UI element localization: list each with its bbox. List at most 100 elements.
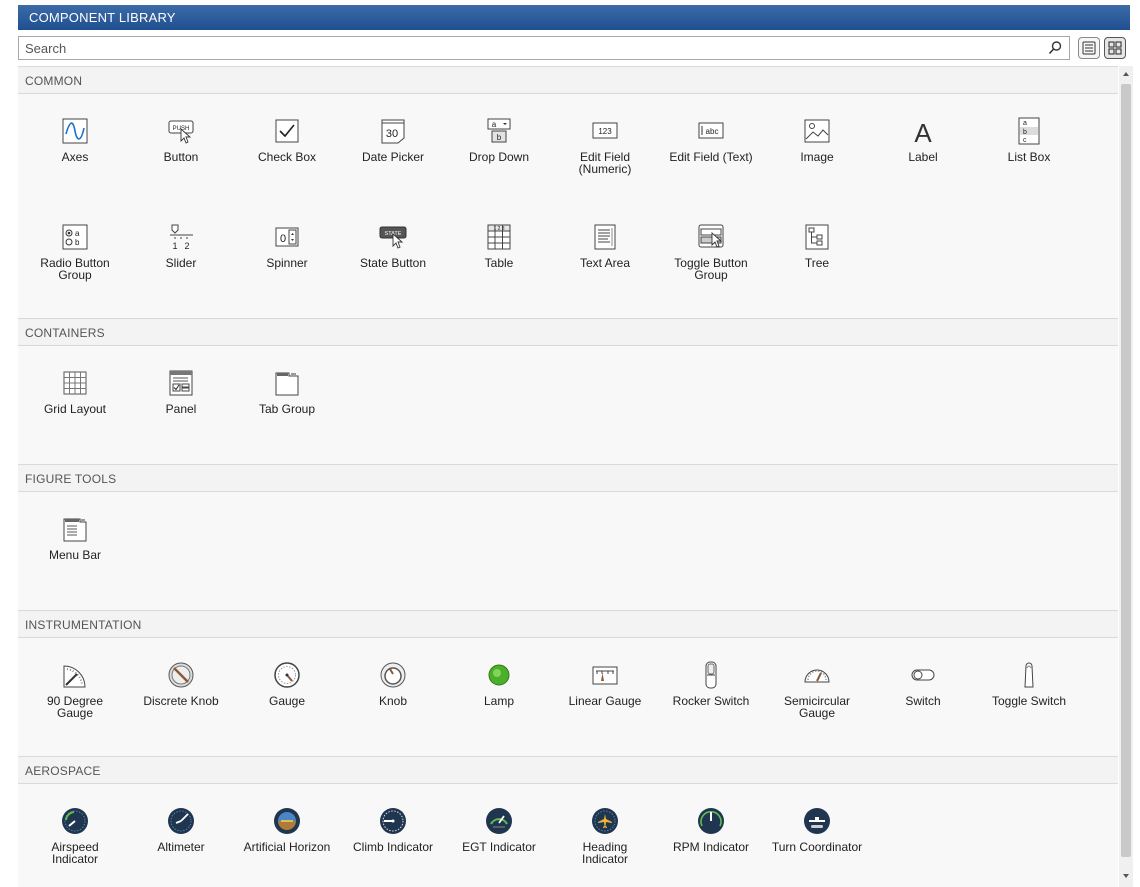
component-label: State Button xyxy=(359,256,427,270)
section-body-instrumentation: 90 Degree Gauge Discrete Knob Gauge Knob… xyxy=(18,638,1118,756)
component-label: Toggle Button Group xyxy=(658,257,764,281)
state-button-icon: STATE xyxy=(379,226,407,249)
discrete-knob-icon xyxy=(168,662,194,688)
label-line-2: Group xyxy=(58,268,92,282)
component-image[interactable]: Image xyxy=(764,116,870,163)
component-label: Tab Group xyxy=(258,402,316,416)
component-airspeed-indicator[interactable]: Airspeed Indicator xyxy=(22,806,128,865)
component-menu-bar[interactable]: Menu Bar xyxy=(22,514,128,561)
date-picker-icon: 30 xyxy=(381,119,405,144)
axes-icon xyxy=(62,118,88,144)
component-label: Knob xyxy=(378,694,408,708)
component-toggle-button-group[interactable]: Toggle Button Group xyxy=(658,222,764,281)
component-heading-indicator[interactable]: Heading Indicator xyxy=(552,806,658,865)
altimeter-icon xyxy=(168,808,194,834)
search-box[interactable] xyxy=(18,36,1070,60)
rpm-indicator-icon xyxy=(698,808,724,834)
component-grid-layout[interactable]: Grid Layout xyxy=(22,368,128,415)
component-label: Panel xyxy=(165,402,197,416)
component-table[interactable]: 1 2 3 Table xyxy=(446,222,552,269)
icon-text: c xyxy=(1023,137,1027,144)
scroll-down-arrow-icon[interactable] xyxy=(1122,872,1130,880)
component-artificial-horizon[interactable]: Artificial Horizon xyxy=(234,806,340,853)
component-label: Switch xyxy=(905,694,941,708)
component-text-area[interactable]: Text Area xyxy=(552,222,658,269)
component-radio-button-group[interactable]: a b Radio Button Group xyxy=(22,222,128,281)
component-90-degree-gauge[interactable]: 90 Degree Gauge xyxy=(22,660,128,719)
component-edit-field-text[interactable]: abc Edit Field (Text) xyxy=(658,116,764,163)
component-tab-group[interactable]: Tab Group xyxy=(234,368,340,415)
turn-coordinator-icon xyxy=(804,808,830,834)
list-view-button[interactable] xyxy=(1078,37,1100,59)
component-label: Artificial Horizon xyxy=(243,840,331,854)
component-switch[interactable]: Switch xyxy=(870,660,976,707)
component-axes[interactable]: Axes xyxy=(22,116,128,163)
grid-view-button[interactable] xyxy=(1104,37,1126,59)
component-semicircular-gauge[interactable]: Semicircular Gauge xyxy=(764,660,870,719)
vertical-scrollbar[interactable] xyxy=(1119,66,1133,887)
section-figure-tools: FIGURE TOOLS Menu Bar xyxy=(18,464,1118,610)
component-discrete-knob[interactable]: Discrete Knob xyxy=(128,660,234,707)
component-egt-indicator[interactable]: EGT Indicator xyxy=(446,806,552,853)
component-label: Drop Down xyxy=(468,150,530,164)
search-input[interactable] xyxy=(23,39,1033,57)
component-label: Gauge xyxy=(268,694,306,708)
component-gauge[interactable]: Gauge xyxy=(234,660,340,707)
icon-text: a xyxy=(492,120,497,129)
component-date-picker[interactable]: 30 Date Picker xyxy=(340,116,446,163)
label-line-2: Gauge xyxy=(798,706,836,720)
icon-text: a xyxy=(1023,120,1027,127)
component-label: Rocker Switch xyxy=(672,694,750,708)
component-panel[interactable]: Panel xyxy=(128,368,234,415)
section-instrumentation: INSTRUMENTATION 90 Degree Gauge Discrete… xyxy=(18,610,1118,756)
icon-text: a xyxy=(75,229,80,238)
component-rpm-indicator[interactable]: RPM Indicator xyxy=(658,806,764,853)
component-drop-down[interactable]: a b Drop Down xyxy=(446,116,552,163)
section-aerospace: AEROSPACE Airspeed Indicator Altimeter A… xyxy=(18,756,1118,887)
component-label: Turn Coordinator xyxy=(771,840,863,854)
component-label: Altimeter xyxy=(157,840,205,854)
section-header-aerospace: AEROSPACE xyxy=(18,756,1118,784)
component-library-panel: COMMON Axes PUSH Button xyxy=(18,66,1118,887)
scroll-up-arrow-icon[interactable] xyxy=(1122,70,1130,78)
tree-icon xyxy=(805,224,829,250)
component-label: Semicircular Gauge xyxy=(764,695,870,719)
component-linear-gauge[interactable]: Linear Gauge xyxy=(552,660,658,707)
label-line-2: Gauge xyxy=(56,706,94,720)
component-toggle-switch[interactable]: Toggle Switch xyxy=(976,660,1082,707)
spinner-icon: 0 xyxy=(275,227,299,247)
component-altimeter[interactable]: Altimeter xyxy=(128,806,234,853)
component-lamp[interactable]: Lamp xyxy=(446,660,552,707)
scrollbar-thumb[interactable] xyxy=(1121,84,1131,857)
knob-icon xyxy=(380,662,406,688)
component-climb-indicator[interactable]: Climb Indicator xyxy=(340,806,446,853)
component-label: Table xyxy=(484,256,514,270)
component-slider[interactable]: 1 2 Slider xyxy=(128,222,234,269)
component-list-box[interactable]: a b c List Box xyxy=(976,116,1082,163)
label-icon: A xyxy=(914,118,932,146)
component-knob[interactable]: Knob xyxy=(340,660,446,707)
icon-text: 30 xyxy=(386,128,398,140)
list-box-icon: a b c xyxy=(1018,117,1040,145)
component-label-text: Label xyxy=(908,150,938,164)
heading-indicator-icon xyxy=(592,808,618,834)
component-label[interactable]: A Label xyxy=(870,116,976,163)
check-box-icon xyxy=(275,119,299,143)
icon-text: b xyxy=(75,238,80,247)
component-rocker-switch[interactable]: Rocker Switch xyxy=(658,660,764,707)
component-tree[interactable]: Tree xyxy=(764,222,870,269)
toggle-group-icon xyxy=(698,224,724,248)
component-turn-coordinator[interactable]: Turn Coordinator xyxy=(764,806,870,853)
section-body-figure-tools: Menu Bar xyxy=(18,492,1118,610)
search-icon[interactable] xyxy=(1047,40,1063,56)
egt-indicator-icon xyxy=(486,808,512,834)
component-check-box[interactable]: Check Box xyxy=(234,116,340,163)
component-label: Menu Bar xyxy=(48,548,102,562)
component-state-button[interactable]: STATE State Button xyxy=(340,222,446,269)
numeric-field-icon: 123 xyxy=(592,122,618,139)
label-line-2: Indicator xyxy=(581,852,629,866)
component-spinner[interactable]: 0 Spinner xyxy=(234,222,340,269)
ninety-degree-gauge-icon xyxy=(63,665,86,688)
component-edit-field-numeric[interactable]: 123 Edit Field (Numeric) xyxy=(552,116,658,175)
component-button[interactable]: PUSH Button xyxy=(128,116,234,163)
